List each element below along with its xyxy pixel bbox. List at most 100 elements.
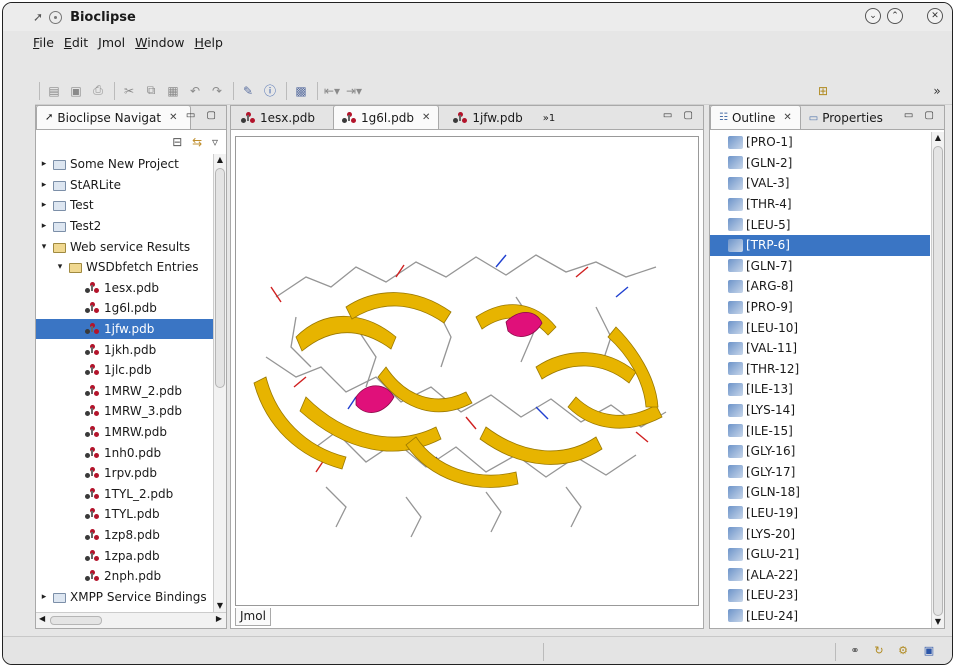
forward-icon[interactable]: ⇥▾	[344, 81, 364, 101]
redo-icon[interactable]: ↷	[207, 81, 227, 101]
outline-item[interactable]: [LYS-20]	[710, 523, 930, 544]
scroll-left-arrow[interactable]: ◀	[39, 614, 45, 623]
cut-icon[interactable]: ✂	[119, 81, 139, 101]
outline-item[interactable]: [GLU-21]	[710, 544, 930, 565]
navigator-vscroll[interactable]: ▲ ▼	[213, 154, 226, 612]
scroll-down-arrow[interactable]: ▼	[214, 600, 226, 612]
navigator-hscroll[interactable]: ◀ ▶	[36, 612, 226, 628]
outline-item[interactable]: [VAL-11]	[710, 338, 930, 359]
outline-item[interactable]: [GLY-17]	[710, 462, 930, 483]
collapsed-arrow-icon[interactable]: ▸	[38, 200, 50, 210]
minimize-button[interactable]: ⌄	[865, 8, 881, 24]
navigator-item[interactable]: 1g6l.pdb	[36, 298, 213, 319]
navigator-item[interactable]: 1rpv.pdb	[36, 463, 213, 484]
navigator-item[interactable]: 1MRW_3.pdb	[36, 401, 213, 422]
expanded-arrow-icon[interactable]: ▾	[38, 242, 50, 252]
navigator-item[interactable]: 1MRW_2.pdb	[36, 381, 213, 402]
menu-edit[interactable]: Edit	[64, 35, 88, 50]
navigator-scroll-thumb[interactable]	[215, 168, 225, 388]
menu-help[interactable]: Help	[194, 35, 223, 50]
outline-item[interactable]: [LEU-5]	[710, 214, 930, 235]
scroll-right-arrow[interactable]: ▶	[216, 614, 222, 623]
menu-file[interactable]: File	[33, 35, 54, 50]
collapsed-arrow-icon[interactable]: ▸	[38, 159, 50, 169]
navigator-item[interactable]: 1jkh.pdb	[36, 339, 213, 360]
navigator-item[interactable]: 1nh0.pdb	[36, 442, 213, 463]
navigator-item[interactable]: 1esx.pdb	[36, 278, 213, 299]
collapse-all-icon[interactable]: ⊟	[172, 135, 182, 149]
menu-window[interactable]: Window	[135, 35, 184, 50]
toolbar-overflow-icon[interactable]: »	[927, 81, 947, 101]
navigator-item[interactable]: 1jfw.pdb	[36, 318, 213, 340]
outline-item[interactable]: [LEU-24]	[710, 606, 930, 627]
navigator-item[interactable]: ▸ Test	[36, 195, 213, 216]
paste-icon[interactable]: ▦	[163, 81, 183, 101]
close-tab-icon[interactable]: ✕	[422, 112, 430, 123]
help-icon[interactable]: ⓘ	[260, 81, 280, 101]
collapsed-arrow-icon[interactable]: ▸	[38, 180, 50, 190]
open-perspective-icon[interactable]: ⊞	[813, 81, 833, 101]
view-menu-icon[interactable]: ▿	[212, 135, 218, 149]
outline-item[interactable]: [GLY-16]	[710, 441, 930, 462]
outline-vscroll[interactable]: ▲ ▼	[931, 132, 944, 628]
navigator-item[interactable]: ▸ XMPP Service Bindings	[36, 586, 213, 607]
outline-minmax-icon[interactable]: ▭ ▢	[904, 110, 938, 121]
link-status-icon[interactable]: ⚭	[847, 643, 863, 659]
outline-item[interactable]: [LEU-23]	[710, 585, 930, 606]
navigator-item[interactable]: 1MRW.pdb	[36, 422, 213, 443]
outline-item[interactable]: [PRO-9]	[710, 297, 930, 318]
outline-item[interactable]: [LYS-14]	[710, 400, 930, 421]
window-menu-icon[interactable]: ➚	[33, 10, 43, 24]
navigator-item[interactable]: ▸ StARLite	[36, 175, 213, 196]
print-icon[interactable]: ⎙	[88, 81, 108, 101]
undo-icon[interactable]: ↶	[185, 81, 205, 101]
navigator-hscroll-thumb[interactable]	[50, 616, 102, 625]
tab-1esx[interactable]: 1esx.pdb	[233, 107, 323, 129]
collapsed-arrow-icon[interactable]: ▸	[38, 221, 50, 231]
scroll-down-arrow[interactable]: ▼	[932, 616, 944, 628]
scroll-up-arrow[interactable]: ▲	[214, 154, 226, 166]
wizard-icon[interactable]: ✎	[238, 81, 258, 101]
outline-item[interactable]: [LEU-19]	[710, 503, 930, 524]
tab-properties[interactable]: ▭ Properties	[801, 107, 891, 129]
close-navigator-icon[interactable]: ✕	[169, 112, 177, 123]
maximize-button[interactable]: ⌃	[887, 8, 903, 24]
outline-item[interactable]: [LEU-10]	[710, 317, 930, 338]
navigator-item[interactable]: 1zp8.pdb	[36, 525, 213, 546]
navigator-item[interactable]: ▾ Web service Results	[36, 236, 213, 257]
navigator-minmax-icon[interactable]: ▭ ▢	[186, 110, 220, 121]
navigator-item[interactable]: ▸ Test2	[36, 216, 213, 237]
outline-item[interactable]: [PRO-1]	[710, 132, 930, 153]
outline-item[interactable]: [GLN-18]	[710, 482, 930, 503]
jmol-bottom-tab[interactable]: Jmol	[235, 608, 271, 626]
outline-item[interactable]: [THR-12]	[710, 359, 930, 380]
navigator-item[interactable]: 1TYL.pdb	[36, 504, 213, 525]
expanded-arrow-icon[interactable]: ▾	[54, 262, 66, 272]
scroll-up-arrow[interactable]: ▲	[932, 132, 944, 144]
menu-jmol[interactable]: Jmol	[98, 35, 125, 50]
outline-item[interactable]: [ARG-8]	[710, 276, 930, 297]
outline-item[interactable]: [ALA-22]	[710, 564, 930, 585]
collapsed-arrow-icon[interactable]: ▸	[38, 592, 50, 602]
editor-minmax-icon[interactable]: ▭ ▢	[663, 110, 697, 121]
navigator-item[interactable]: 1TYL_2.pdb	[36, 484, 213, 505]
navigator-item[interactable]: 1jlc.pdb	[36, 360, 213, 381]
outline-item[interactable]: [ILE-15]	[710, 420, 930, 441]
new-icon[interactable]: ▤	[44, 81, 64, 101]
outline-scroll-thumb[interactable]	[933, 146, 943, 616]
tab-1g6l[interactable]: 1g6l.pdb ✕	[333, 105, 440, 129]
close-outline-icon[interactable]: ✕	[783, 112, 791, 123]
navigator-item[interactable]: 1zpa.pdb	[36, 545, 213, 566]
workspace-icon[interactable]: ▩	[291, 81, 311, 101]
refresh-status-icon[interactable]: ↻	[871, 643, 887, 659]
tab-navigator[interactable]: ➚ Bioclipse Navigat ✕	[36, 105, 191, 129]
job-status-icon[interactable]: ⚙	[895, 643, 911, 659]
outline-item[interactable]: [THR-4]	[710, 194, 930, 215]
tab-outline[interactable]: ☷ Outline ✕	[710, 105, 801, 129]
navigator-item[interactable]: 2nph.pdb	[36, 566, 213, 587]
console-status-icon[interactable]: ▣	[921, 643, 937, 659]
save-icon[interactable]: ▣	[66, 81, 86, 101]
jmol-viewer[interactable]	[235, 136, 699, 606]
back-icon[interactable]: ⇤▾	[322, 81, 342, 101]
outline-item[interactable]: [GLN-2]	[710, 153, 930, 174]
